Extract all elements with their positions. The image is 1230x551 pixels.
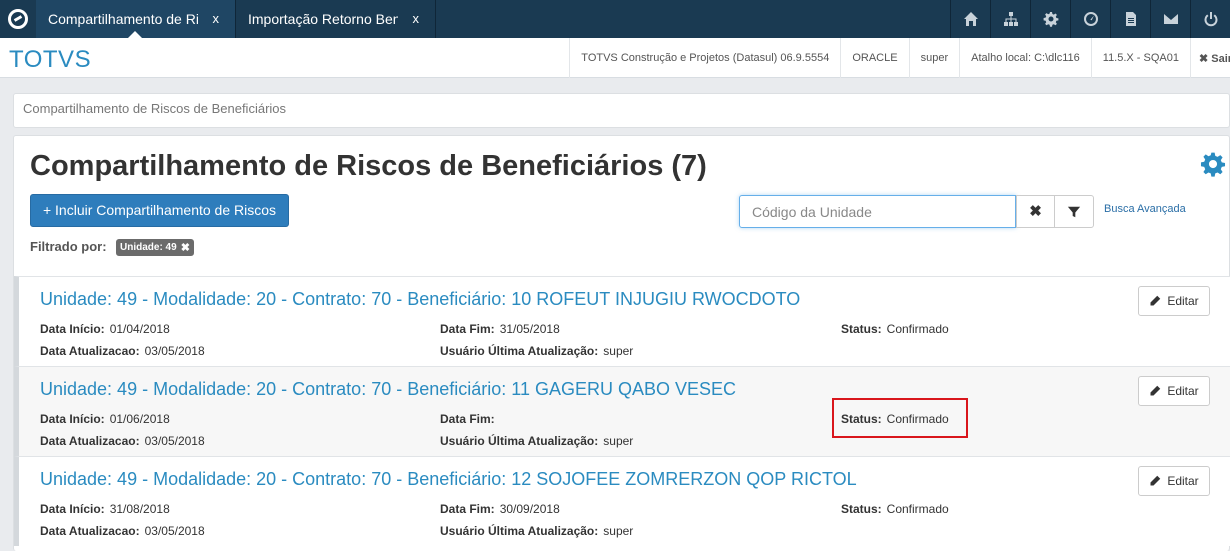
last-user-field: Usuário Última Atualização: super <box>440 434 634 448</box>
top-tab-bar: Compartilhamento de Riscos de Beneficiár… <box>0 0 1230 38</box>
shortcut-info: Atalho local: C:\dlc116 <box>959 38 1091 78</box>
start-date-field: Data Início: 31/08/2018 <box>40 502 170 516</box>
add-risk-sharing-button[interactable]: + Incluir Compartilhamento de Riscos <box>30 194 289 227</box>
filter-tag-label: Unidade: 49 <box>120 242 177 253</box>
exit-button[interactable]: ✖ Sair <box>1190 38 1230 78</box>
tab-label: Compartilhamento de Riscos de Beneficiár… <box>48 11 198 27</box>
brand-logo: TOTVS <box>9 46 92 73</box>
tab-close-icon[interactable]: x <box>413 11 420 26</box>
list-item: Unidade: 49 - Modalidade: 20 - Contrato:… <box>14 456 1230 546</box>
row-title-link[interactable]: Unidade: 49 - Modalidade: 20 - Contrato:… <box>40 469 857 490</box>
end-date-field: Data Fim: 31/05/2018 <box>440 322 560 336</box>
last-user-field: Usuário Última Atualização: super <box>440 344 634 358</box>
mail-icon[interactable] <box>1150 0 1190 38</box>
start-date-field: Data Início: 01/04/2018 <box>40 322 170 336</box>
app-header: TOTVS TOTVS Construção e Projetos (Datas… <box>0 38 1230 78</box>
main-panel: Compartilhamento de Riscos de Beneficiár… <box>13 135 1230 551</box>
filter-icon <box>1067 206 1081 217</box>
tab-compartilhamento[interactable]: Compartilhamento de Riscos de Beneficiár… <box>36 0 236 38</box>
list-item: Unidade: 49 - Modalidade: 20 - Contrato:… <box>14 276 1230 366</box>
version-info: 11.5.X - SQA01 <box>1090 38 1190 78</box>
end-date-field: Data Fim: <box>440 412 495 426</box>
tab-label: Importação Retorno Beneficiários <box>248 11 398 27</box>
row-title-link[interactable]: Unidade: 49 - Modalidade: 20 - Contrato:… <box>40 289 800 310</box>
remove-filter-icon[interactable]: ✖ <box>181 241 190 254</box>
status-field: Status: Confirmado <box>841 322 949 336</box>
search-input[interactable] <box>739 195 1016 228</box>
breadcrumb[interactable]: Compartilhamento de Riscos de Beneficiár… <box>13 93 1230 128</box>
pencil-icon <box>1150 475 1161 486</box>
row-title-link[interactable]: Unidade: 49 - Modalidade: 20 - Contrato:… <box>40 379 736 400</box>
pencil-icon <box>1150 385 1161 396</box>
updated-date-field: Data Atualizacao: 03/05/2018 <box>40 524 205 538</box>
edit-button[interactable]: Editar <box>1138 376 1210 406</box>
sitemap-icon[interactable] <box>990 0 1030 38</box>
pencil-icon <box>1150 295 1161 306</box>
end-date-field: Data Fim: 30/09/2018 <box>440 502 560 516</box>
totvs-logo-icon[interactable] <box>0 0 36 38</box>
edit-button[interactable]: Editar <box>1138 286 1210 316</box>
advanced-search-link[interactable]: Busca Avançada <box>1104 203 1186 215</box>
home-icon[interactable] <box>950 0 990 38</box>
tab-close-icon[interactable]: x <box>213 11 220 26</box>
results-list: Unidade: 49 - Modalidade: 20 - Contrato:… <box>14 276 1230 546</box>
filtered-by-label: Filtrado por: <box>30 239 107 254</box>
page-title: Compartilhamento de Riscos de Beneficiár… <box>30 150 707 182</box>
product-info: TOTVS Construção e Projetos (Datasul) 06… <box>569 38 840 78</box>
toolbar-icons <box>950 0 1230 38</box>
updated-date-field: Data Atualizacao: 03/05/2018 <box>40 434 205 448</box>
start-date-field: Data Início: 01/06/2018 <box>40 412 170 426</box>
dashboard-icon[interactable] <box>1070 0 1110 38</box>
database-info: ORACLE <box>840 38 908 78</box>
updated-date-field: Data Atualizacao: 03/05/2018 <box>40 344 205 358</box>
status-field: Status: Confirmado <box>841 502 949 516</box>
list-item: Unidade: 49 - Modalidade: 20 - Contrato:… <box>14 366 1230 456</box>
power-icon[interactable] <box>1190 0 1230 38</box>
settings-gear-icon[interactable] <box>1200 151 1226 177</box>
filter-tag[interactable]: Unidade: 49 ✖ <box>116 239 194 256</box>
last-user-field: Usuário Última Atualização: super <box>440 524 634 538</box>
filter-button[interactable] <box>1054 195 1094 228</box>
gear-icon[interactable] <box>1030 0 1070 38</box>
document-icon[interactable] <box>1110 0 1150 38</box>
session-info: TOTVS Construção e Projetos (Datasul) 06… <box>569 38 1230 78</box>
edit-button[interactable]: Editar <box>1138 466 1210 496</box>
clear-search-button[interactable]: ✖ <box>1016 195 1055 228</box>
tab-importacao[interactable]: Importação Retorno Beneficiários x <box>236 0 436 38</box>
status-highlight-box <box>832 398 968 438</box>
user-info: super <box>908 38 960 78</box>
